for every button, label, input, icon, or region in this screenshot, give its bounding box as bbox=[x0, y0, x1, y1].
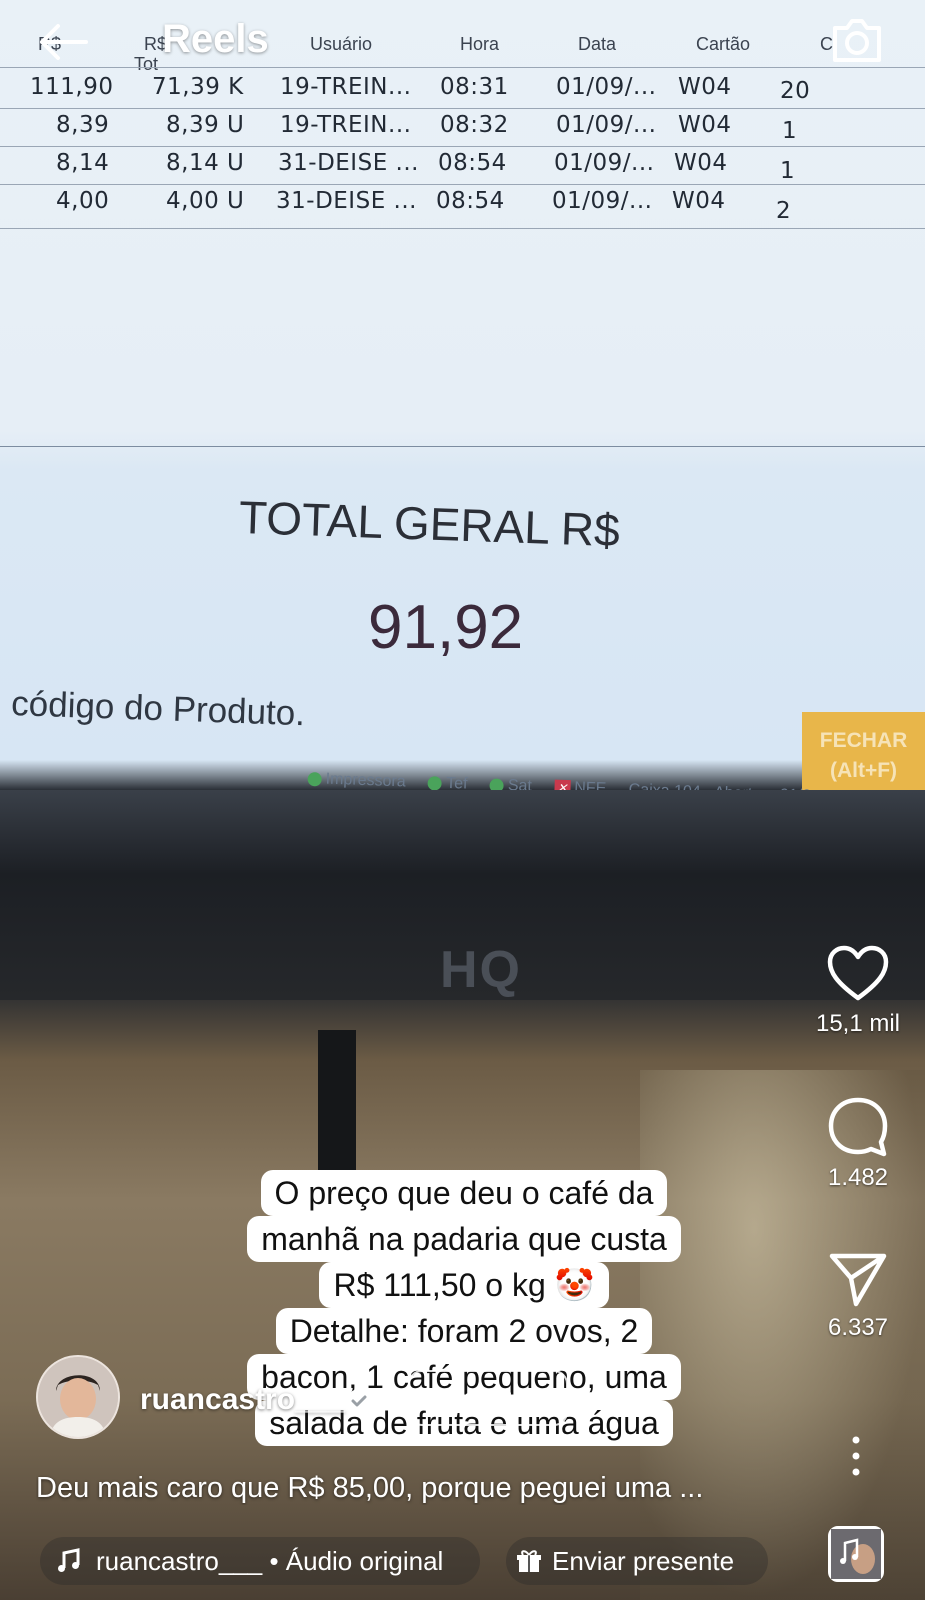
audio-thumbnail[interactable] bbox=[828, 1526, 884, 1582]
table-row: 8,14 8,14 U 31-DEISE ... 08:54 01/09/...… bbox=[0, 146, 925, 184]
overlay-line: O preço que deu o café da bbox=[260, 1170, 668, 1216]
comment-button[interactable]: 1.482 bbox=[812, 1096, 904, 1192]
status-impressora: Impressora bbox=[325, 770, 406, 791]
music-note-icon bbox=[58, 1548, 80, 1572]
cell: 08:54 bbox=[436, 188, 505, 214]
grid-line bbox=[0, 228, 925, 229]
gift-icon bbox=[517, 1550, 541, 1572]
arrow-left-icon bbox=[40, 24, 88, 60]
cell: 19-TREIN... bbox=[280, 112, 412, 138]
video-frame[interactable]: R$ R$ Tot Usuário Hora Data Cartão C 111… bbox=[0, 0, 925, 805]
profile-picture bbox=[38, 1357, 118, 1437]
check-icon bbox=[307, 771, 322, 787]
send-icon bbox=[829, 1253, 887, 1307]
share-count: 6.337 bbox=[827, 1314, 889, 1341]
comment-icon bbox=[828, 1097, 888, 1157]
camera-button[interactable] bbox=[829, 12, 885, 68]
total-value: 91,92 bbox=[368, 593, 524, 662]
page-title: Reels bbox=[162, 17, 269, 61]
comment-count: 1.482 bbox=[827, 1164, 889, 1191]
monitor-brand: HQ bbox=[440, 941, 522, 999]
cell: 1 bbox=[782, 118, 798, 144]
product-code-label: código do Produto. bbox=[10, 684, 306, 734]
overlay-line: manhã na padaria que custa bbox=[247, 1216, 681, 1262]
cell: 1 bbox=[780, 158, 796, 184]
cell: 01/09/... bbox=[552, 188, 653, 214]
more-options-button[interactable] bbox=[836, 1432, 876, 1482]
reel-viewer: R$ R$ Tot Usuário Hora Data Cartão C 111… bbox=[0, 0, 925, 1600]
heart-icon bbox=[827, 945, 889, 1001]
cell: 4,00 U bbox=[166, 188, 245, 214]
top-bar: Reels bbox=[0, 0, 925, 84]
cell: 8,39 U bbox=[166, 112, 245, 138]
like-count: 15,1 mil bbox=[815, 1010, 901, 1037]
cell: W04 bbox=[672, 188, 726, 214]
verified-badge-icon bbox=[346, 1388, 372, 1414]
audio-label: ruancastro___ • Áudio original bbox=[96, 1546, 444, 1576]
check-icon bbox=[427, 775, 443, 791]
cell: 01/09/... bbox=[554, 150, 655, 176]
author-username[interactable]: ruancastro___ bbox=[140, 1383, 345, 1417]
fechar-shortcut: (Alt+F) bbox=[829, 759, 898, 782]
music-note-icon bbox=[831, 1529, 881, 1579]
overlay-line: R$ 111,50 o kg 🤡 bbox=[319, 1262, 609, 1308]
follow-button[interactable]: Seguir bbox=[408, 1370, 568, 1426]
avatar[interactable] bbox=[36, 1355, 120, 1439]
gift-label: Enviar presente bbox=[552, 1546, 735, 1576]
share-button[interactable]: 6.337 bbox=[812, 1250, 904, 1342]
cell: 31-DEISE ... bbox=[276, 188, 417, 214]
cell: 4,00 bbox=[56, 188, 110, 214]
divider bbox=[0, 446, 925, 447]
cell: 08:32 bbox=[440, 112, 509, 138]
table-row: 8,39 8,39 U 19-TREIN... 08:32 01/09/... … bbox=[0, 108, 925, 144]
cell: 2 bbox=[776, 198, 792, 224]
camera-icon bbox=[833, 19, 881, 62]
cell: W04 bbox=[674, 150, 728, 176]
total-label: TOTAL GERAL R$ bbox=[238, 490, 621, 557]
cell: 01/09/... bbox=[556, 112, 657, 138]
fechar-button: FECHAR (Alt+F) bbox=[802, 712, 925, 798]
send-gift-button[interactable]: Enviar presente bbox=[506, 1537, 768, 1585]
cell: 8,39 bbox=[56, 112, 110, 138]
like-button[interactable]: 15,1 mil bbox=[812, 944, 904, 1038]
fechar-label: FECHAR bbox=[819, 729, 908, 752]
more-vertical-icon bbox=[852, 1436, 860, 1476]
table-row: 4,00 4,00 U 31-DEISE ... 08:54 01/09/...… bbox=[0, 184, 925, 224]
overlay-line: Detalhe: foram 2 ovos, 2 bbox=[275, 1308, 653, 1354]
post-caption[interactable]: Deu mais caro que R$ 85,00, porque pegue… bbox=[36, 1472, 826, 1505]
cell: W04 bbox=[678, 112, 732, 138]
cell: 8,14 bbox=[56, 150, 110, 176]
back-button[interactable] bbox=[36, 22, 90, 62]
cell: 08:54 bbox=[438, 150, 507, 176]
cell: 8,14 U bbox=[166, 150, 245, 176]
cell: 31-DEISE ... bbox=[278, 150, 419, 176]
audio-link[interactable]: ruancastro___ • Áudio original bbox=[40, 1537, 480, 1585]
